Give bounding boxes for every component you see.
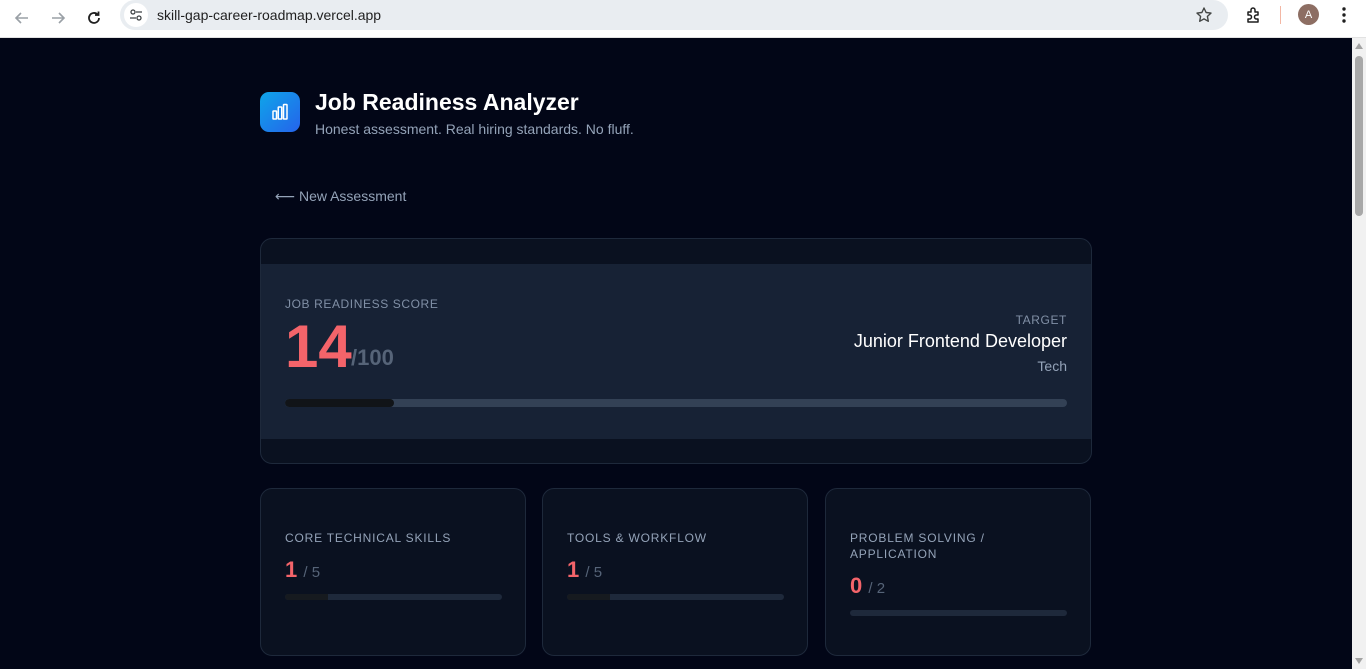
scroll-down-arrow-icon[interactable] — [1352, 655, 1366, 667]
back-arrow-icon[interactable] — [8, 4, 36, 32]
category-score-max: / 2 — [868, 580, 886, 597]
category-progress-bar — [850, 610, 1067, 616]
score-progress-fill — [285, 399, 395, 407]
category-progress-bar — [567, 594, 784, 600]
scroll-up-arrow-icon[interactable] — [1352, 40, 1366, 52]
category-score-value: 0 — [850, 573, 863, 598]
target-category: Tech — [1037, 358, 1067, 374]
extensions-puzzle-icon[interactable] — [1242, 3, 1266, 27]
score-label: JOB READINESS SCORE — [285, 297, 439, 311]
bookmark-star-icon[interactable] — [1192, 3, 1216, 27]
toolbar-divider — [1280, 6, 1281, 24]
url-text[interactable]: skill-gap-career-roadmap.vercel.app — [157, 7, 381, 23]
category-card-core-technical: CORE TECHNICAL SKILLS 1 / 5 — [260, 488, 526, 656]
category-score-max: / 5 — [303, 564, 321, 581]
category-progress-fill — [285, 594, 329, 600]
category-title: PROBLEM SOLVING / APPLICATION — [850, 531, 985, 561]
category-score-max: / 5 — [585, 564, 603, 581]
category-score-value: 1 — [567, 557, 580, 582]
forward-arrow-icon[interactable] — [44, 4, 72, 32]
scroll-thumb[interactable] — [1355, 56, 1363, 216]
profile-avatar[interactable]: A — [1298, 4, 1319, 25]
page-title: Job Readiness Analyzer — [315, 89, 579, 115]
more-menu-icon[interactable] — [1334, 3, 1354, 27]
category-card-tools-workflow: TOOLS & WORKFLOW 1 / 5 — [542, 488, 808, 656]
site-settings-icon[interactable] — [124, 3, 148, 27]
score-progress-bar — [285, 399, 1067, 407]
category-title: CORE TECHNICAL SKILLS — [285, 531, 452, 545]
new-assessment-link[interactable]: ⟵ New Assessment — [275, 188, 406, 204]
bar-chart-icon — [260, 92, 300, 132]
category-score: 1 / 5 — [567, 558, 602, 585]
category-card-problem-solving: PROBLEM SOLVING / APPLICATION 0 / 2 — [825, 488, 1091, 656]
browser-toolbar: skill-gap-career-roadmap.vercel.app A — [0, 0, 1366, 38]
page-scrollbar[interactable] — [1352, 38, 1366, 669]
category-score-value: 1 — [285, 557, 298, 582]
category-progress-bar — [285, 594, 502, 600]
target-label: TARGET — [1015, 313, 1067, 327]
score-panel: JOB READINESS SCORE 14 /100 TARGET Junio… — [261, 264, 1091, 439]
category-score: 0 / 2 — [850, 574, 885, 601]
category-progress-fill — [567, 594, 611, 600]
score-max: /100 — [351, 345, 394, 370]
score-value: 14 — [285, 313, 352, 380]
readiness-score-card: JOB READINESS SCORE 14 /100 TARGET Junio… — [260, 238, 1092, 464]
target-role: Junior Frontend Developer — [853, 331, 1067, 351]
page-subtitle: Honest assessment. Real hiring standards… — [315, 121, 634, 137]
reload-icon[interactable] — [80, 4, 108, 32]
category-title: TOOLS & WORKFLOW — [567, 531, 707, 545]
category-score: 1 / 5 — [285, 558, 320, 585]
